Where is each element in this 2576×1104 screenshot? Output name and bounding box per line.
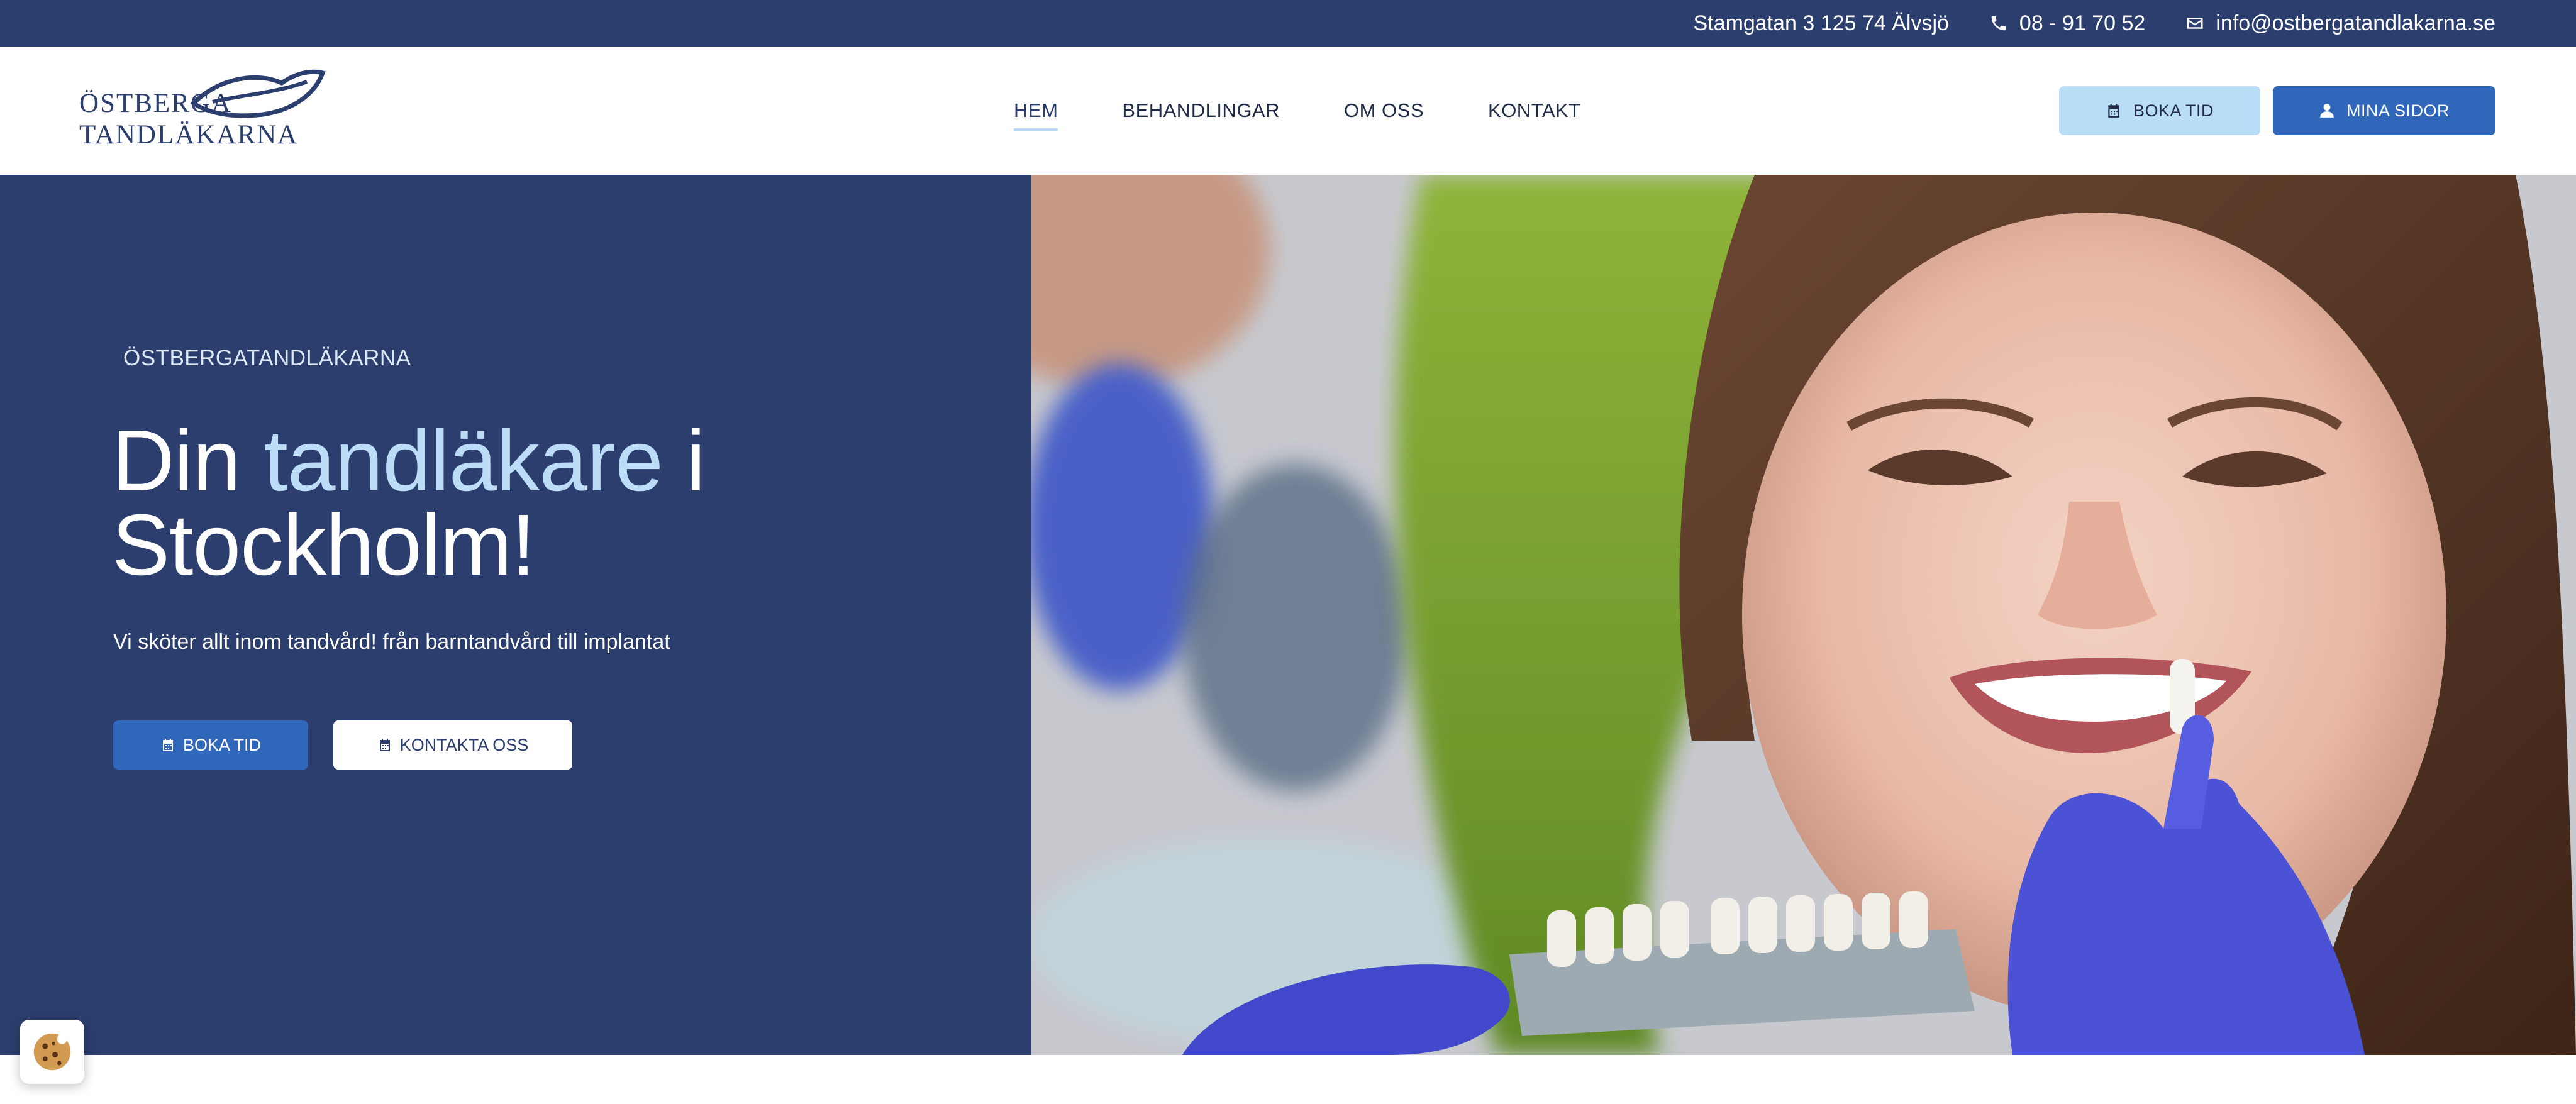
logo-line-1: ÖSTBERGA <box>79 89 232 118</box>
logo-text: ÖSTBERGA TANDLÄKARNA <box>79 88 298 151</box>
site-logo[interactable]: ÖSTBERGA TANDLÄKARNA <box>79 65 331 160</box>
nav-item-om-oss[interactable]: OM OSS <box>1334 93 1434 128</box>
nav-item-hem[interactable]: HEM <box>1004 93 1068 131</box>
header-boka-tid-button[interactable]: BOKA TID <box>2059 86 2260 135</box>
calendar-icon <box>379 739 390 751</box>
logo-line-2: TANDLÄKARNA <box>79 120 299 150</box>
address-text: Stamgatan 3 125 74 Älvsjö <box>1693 11 1949 35</box>
below-hero-strip <box>0 1055 2576 1104</box>
calendar-icon <box>162 739 173 751</box>
nav-item-kontakt[interactable]: KONTAKT <box>1478 93 1591 128</box>
mina-sidor-label: MINA SIDOR <box>2346 101 2450 120</box>
hero-title-part2: i <box>662 412 706 509</box>
hero-boka-tid-label: BOKA TID <box>182 735 262 754</box>
nav-item-behandlingar[interactable]: BEHANDLINGAR <box>1112 93 1290 128</box>
main-nav: HEM BEHANDLINGAR OM OSS KONTAKT <box>1004 93 1635 131</box>
kontakta-oss-label: KONTAKTA OSS <box>399 735 529 754</box>
user-icon <box>2320 104 2334 118</box>
hero-subtitle: Vi sköter allt inom tandvård! från barnt… <box>113 630 670 654</box>
hero-photo-illustration <box>1031 175 2576 1055</box>
phone-link[interactable]: 08 - 91 70 52 <box>1989 11 2145 36</box>
site-header: ÖSTBERGA TANDLÄKARNA HEM BEHANDLINGAR OM… <box>0 47 2576 175</box>
envelope-icon <box>2187 18 2203 29</box>
hero-eyebrow: ÖSTBERGATANDLÄKARNA <box>123 346 411 370</box>
top-info-bar: Stamgatan 3 125 74 Älvsjö 08 - 91 70 52 … <box>0 0 2576 47</box>
hero-photo <box>1031 175 2576 1055</box>
email-text: info@ostbergatandlakarna.se <box>2216 11 2496 35</box>
hero-title: Din tandläkare i Stockholm! <box>112 417 992 588</box>
hero-title-part1: Din <box>112 412 264 509</box>
hero-title-accent: tandläkare <box>264 412 663 509</box>
hero-panel: ÖSTBERGATANDLÄKARNA Din tandläkare i Sto… <box>0 175 1031 1055</box>
email-link[interactable]: info@ostbergatandlakarna.se <box>2185 11 2496 36</box>
cookie-icon <box>33 1033 71 1071</box>
phone-icon <box>1991 16 2006 31</box>
hero-title-line2: Stockholm! <box>112 497 536 593</box>
hero-boka-tid-button[interactable]: BOKA TID <box>113 720 308 770</box>
calendar-icon <box>2108 104 2119 118</box>
address: Stamgatan 3 125 74 Älvsjö <box>1694 11 1949 36</box>
mina-sidor-button[interactable]: MINA SIDOR <box>2273 86 2496 135</box>
header-boka-tid-label: BOKA TID <box>2133 101 2214 120</box>
kontakta-oss-button[interactable]: KONTAKTA OSS <box>333 720 572 770</box>
cookie-settings-button[interactable] <box>20 1020 84 1084</box>
phone-text: 08 - 91 70 52 <box>2019 11 2146 35</box>
